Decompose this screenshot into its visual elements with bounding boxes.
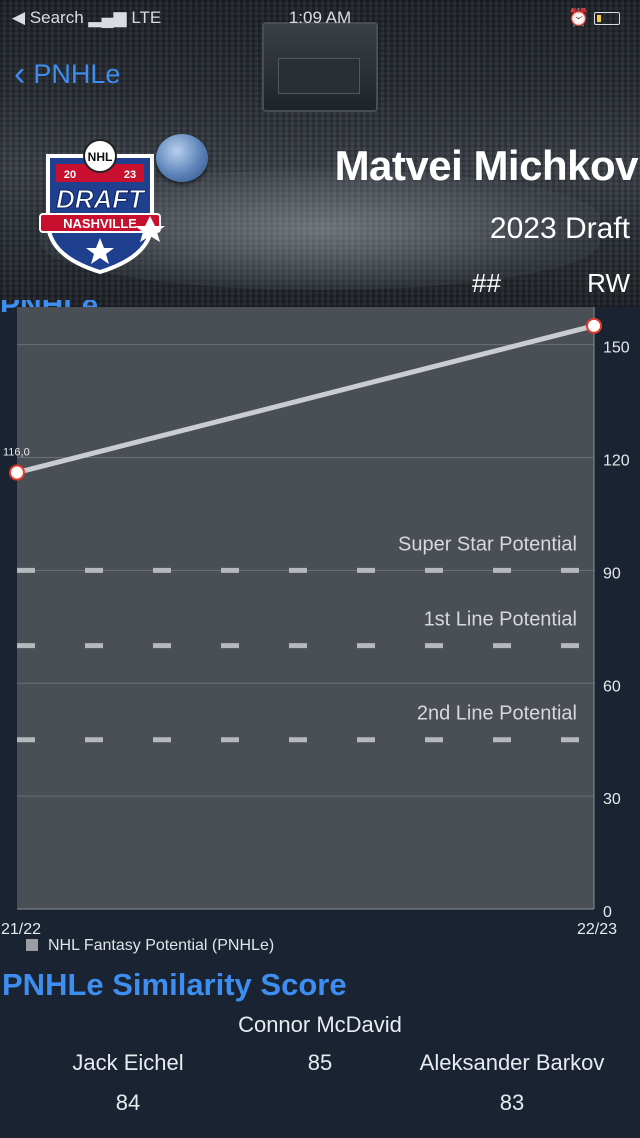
- x-tick-label: 21/22: [1, 921, 41, 938]
- similar-player-right[interactable]: Aleksander Barkov: [400, 1050, 624, 1076]
- reference-label: 1st Line Potential: [424, 609, 577, 631]
- data-label: 116,0: [3, 447, 30, 459]
- status-bar: ◀ Search ▂▄▆ LTE 1:09 AM ⏰: [0, 6, 640, 30]
- similar-score-right: 83: [499, 1090, 525, 1115]
- logo-league: NHL: [88, 150, 113, 164]
- chart-svg: 0 30 60 90 120 150 Super Star Potential 1st Lin…: [1, 307, 630, 938]
- player-position: RW: [587, 268, 630, 298]
- x-tick-label: 22/23: [577, 921, 617, 938]
- status-time: 1:09 AM: [288, 8, 352, 27]
- alarm-icon: ⏰: [568, 8, 590, 27]
- similar-score-top: 85: [307, 1050, 333, 1075]
- player-name: Matvei Michkov: [334, 142, 639, 189]
- nhl-draft-logo: NHL 20 23 DRAFT NASHVILLE: [39, 139, 165, 275]
- data-point: [9, 464, 25, 481]
- y-tick-label: 120: [603, 453, 630, 470]
- logo-word: DRAFT: [56, 184, 146, 214]
- similar-player-top[interactable]: Connor McDavid: [0, 1012, 640, 1038]
- similarity-title: PNHLe Similarity Score: [2, 967, 347, 1002]
- y-tick-label: 150: [603, 340, 630, 357]
- logo-year-left: 20: [64, 169, 76, 181]
- back-button[interactable]: ‹ PNHLe: [14, 55, 120, 94]
- jersey-number: ##: [472, 268, 501, 298]
- chart-legend: NHL Fantasy Potential (PNHLe): [26, 937, 274, 955]
- similar-player-left[interactable]: Jack Eichel: [28, 1050, 228, 1076]
- header-banner: ◀ Search ▂▄▆ LTE 1:09 AM ⏰ ‹ PNHLe NHL 20…: [0, 0, 640, 307]
- y-tick-label: 60: [603, 678, 621, 695]
- pnhle-chart: 0 30 60 90 120 150 Super Star Potential 1st Lin…: [0, 307, 640, 967]
- legend-swatch: [26, 939, 38, 951]
- chevron-left-icon: ‹: [14, 55, 26, 93]
- logo-year-right: 23: [124, 169, 136, 181]
- y-tick-label: 0: [603, 904, 612, 921]
- y-tick-label: 30: [603, 791, 621, 808]
- reference-label: Super Star Potential: [398, 533, 577, 555]
- similar-score-left: 84: [115, 1090, 141, 1115]
- draft-year: 2023 Draft: [489, 212, 630, 245]
- data-point: [586, 317, 602, 334]
- legend-label: NHL Fantasy Potential (PNHLe): [48, 937, 275, 954]
- back-label: PNHLe: [33, 59, 121, 89]
- reference-label: 2nd Line Potential: [417, 703, 577, 725]
- logo-city: NASHVILLE: [63, 216, 137, 231]
- team-logo: [156, 134, 208, 182]
- y-tick-label: 90: [603, 565, 621, 582]
- battery-icon: [594, 12, 620, 26]
